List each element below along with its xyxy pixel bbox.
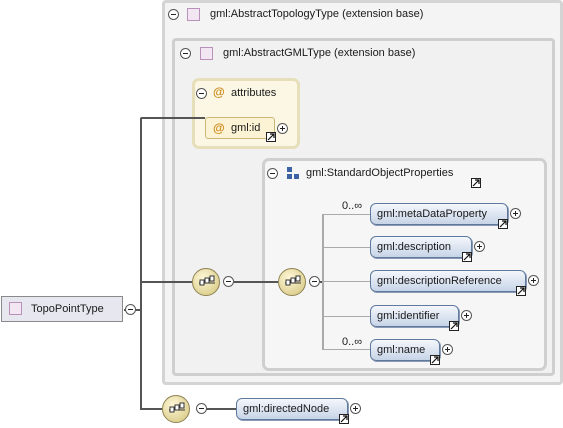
abstract-topology-type-label: gml:AbstractTopologyType (extension base… bbox=[210, 8, 424, 20]
link-arrow-icon[interactable] bbox=[449, 321, 459, 331]
root-element-label: TopoPointType bbox=[31, 303, 104, 315]
occurrence-label: 0..∞ bbox=[342, 200, 363, 212]
group-icon bbox=[286, 166, 300, 180]
expand-icon[interactable] bbox=[442, 344, 453, 355]
sequence-icon[interactable] bbox=[162, 395, 190, 423]
element-label: gml:identifier bbox=[377, 310, 440, 322]
element-identifier[interactable]: gml:identifier bbox=[370, 305, 459, 327]
standard-object-properties-label: gml:StandardObjectProperties bbox=[306, 167, 454, 179]
link-arrow-icon[interactable] bbox=[516, 286, 526, 296]
link-arrow-icon[interactable] bbox=[430, 355, 440, 365]
connector-line bbox=[140, 281, 192, 283]
element-label: gml:description bbox=[377, 241, 451, 253]
link-arrow-icon[interactable] bbox=[266, 132, 276, 142]
collapse-icon[interactable] bbox=[267, 168, 278, 179]
attributes-label: attributes bbox=[231, 87, 277, 99]
collapse-icon[interactable] bbox=[125, 304, 136, 315]
connector-line bbox=[140, 118, 142, 409]
attribute-icon: @ bbox=[213, 121, 225, 135]
element-label: gml:metaDataProperty bbox=[377, 208, 488, 220]
sequence-icon[interactable] bbox=[192, 268, 220, 296]
element-label: gml:directedNode bbox=[243, 403, 330, 415]
collapse-icon[interactable] bbox=[168, 9, 179, 20]
type-icon bbox=[187, 8, 200, 21]
connector-line bbox=[234, 281, 278, 283]
collapse-icon[interactable] bbox=[223, 276, 234, 287]
type-icon bbox=[200, 47, 213, 60]
expand-icon[interactable] bbox=[461, 310, 472, 321]
element-label: gml:descriptionReference bbox=[377, 275, 502, 287]
element-label: gml:name bbox=[377, 344, 426, 356]
link-arrow-icon[interactable] bbox=[471, 178, 481, 188]
expand-icon[interactable] bbox=[528, 275, 539, 286]
connector-line bbox=[206, 408, 236, 410]
collapse-icon[interactable] bbox=[196, 88, 207, 99]
link-arrow-icon[interactable] bbox=[462, 252, 472, 262]
connector-line bbox=[322, 247, 370, 248]
element-description[interactable]: gml:description bbox=[370, 236, 472, 258]
expand-icon[interactable] bbox=[277, 123, 288, 134]
link-arrow-icon[interactable] bbox=[498, 219, 508, 229]
type-icon bbox=[9, 302, 22, 315]
element-directednode[interactable]: gml:directedNode bbox=[236, 398, 348, 420]
connector-line bbox=[322, 214, 370, 215]
element-descriptionreference[interactable]: gml:descriptionReference bbox=[370, 270, 526, 292]
sequence-icon[interactable] bbox=[278, 268, 306, 296]
collapse-icon[interactable] bbox=[180, 48, 191, 59]
expand-icon[interactable] bbox=[350, 403, 361, 414]
link-arrow-icon[interactable] bbox=[339, 414, 349, 424]
connector-line bbox=[322, 281, 370, 282]
expand-icon[interactable] bbox=[474, 241, 485, 252]
collapse-icon[interactable] bbox=[196, 403, 207, 414]
connector-line bbox=[322, 349, 370, 350]
connector-line bbox=[322, 316, 370, 317]
collapse-icon[interactable] bbox=[309, 276, 320, 287]
expand-icon[interactable] bbox=[510, 208, 521, 219]
abstract-gml-type-label: gml:AbstractGMLType (extension base) bbox=[223, 47, 416, 59]
element-metadataproperty[interactable]: gml:metaDataProperty bbox=[370, 203, 508, 225]
attribute-icon: @ bbox=[213, 85, 225, 99]
connector-line bbox=[140, 117, 205, 119]
occurrence-label: 0..∞ bbox=[342, 336, 363, 348]
connector-line bbox=[140, 408, 162, 410]
attribute-gml-id-label: gml:id bbox=[231, 122, 261, 134]
